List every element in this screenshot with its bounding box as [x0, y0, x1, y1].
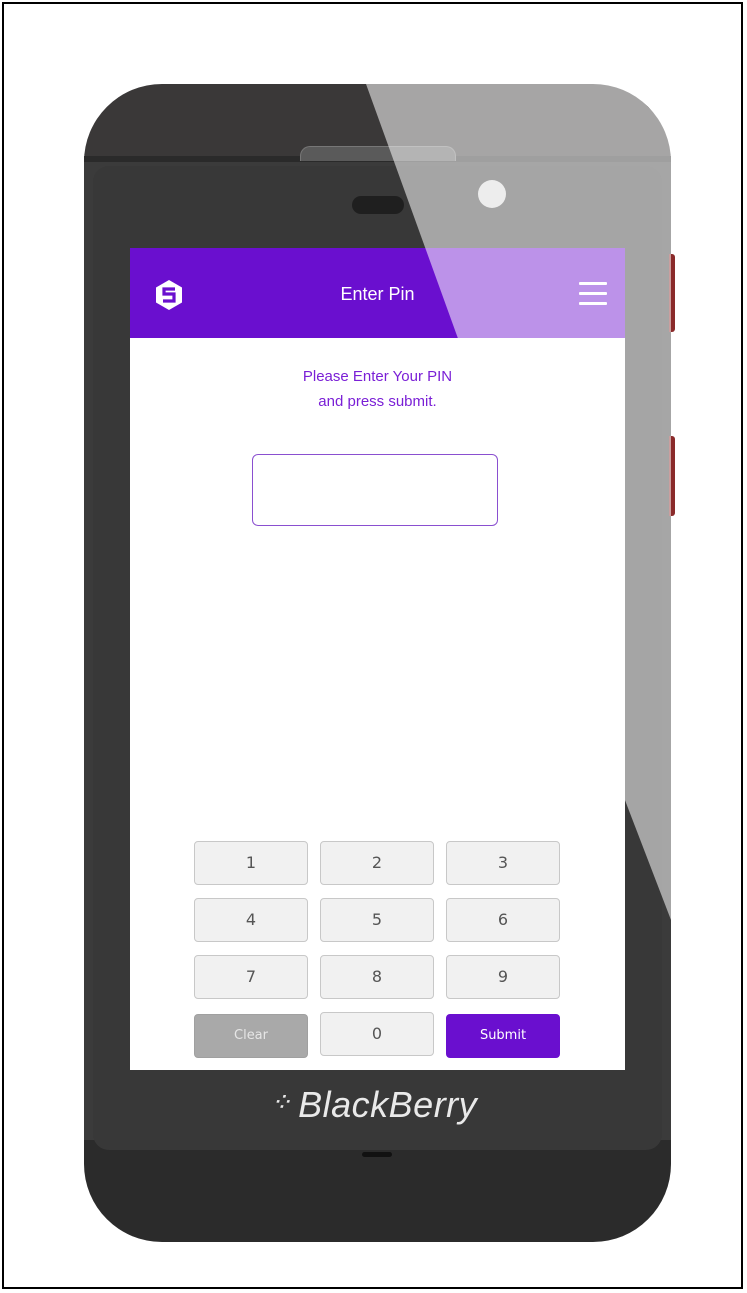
clear-button[interactable]: Clear: [194, 1014, 308, 1058]
submit-button[interactable]: Submit: [446, 1014, 560, 1058]
key-7[interactable]: 7: [194, 955, 308, 999]
key-6[interactable]: 6: [446, 898, 560, 942]
key-2[interactable]: 2: [320, 841, 434, 885]
side-button-upper: [669, 254, 675, 332]
brand-name: BlackBerry: [298, 1084, 478, 1125]
keypad: 1 2 3 4 5 6 7 8 9 Clear 0 Submit: [130, 248, 625, 1070]
key-1[interactable]: 1: [194, 841, 308, 885]
key-0[interactable]: 0: [320, 1012, 434, 1056]
key-9[interactable]: 9: [446, 955, 560, 999]
key-8[interactable]: 8: [320, 955, 434, 999]
blackberry-brand: ⁘ BlackBerry: [0, 1084, 747, 1126]
front-camera: [478, 180, 506, 208]
side-button-lower: [669, 436, 675, 516]
key-3[interactable]: 3: [446, 841, 560, 885]
speaker-grille: [300, 146, 456, 161]
earpiece: [352, 196, 404, 214]
phone-screen: Enter Pin Please Enter Your PIN and pres…: [130, 248, 625, 1070]
blackberry-logo-icon: ⁘: [269, 1087, 293, 1117]
key-5[interactable]: 5: [320, 898, 434, 942]
home-slot: [362, 1152, 392, 1157]
key-4[interactable]: 4: [194, 898, 308, 942]
